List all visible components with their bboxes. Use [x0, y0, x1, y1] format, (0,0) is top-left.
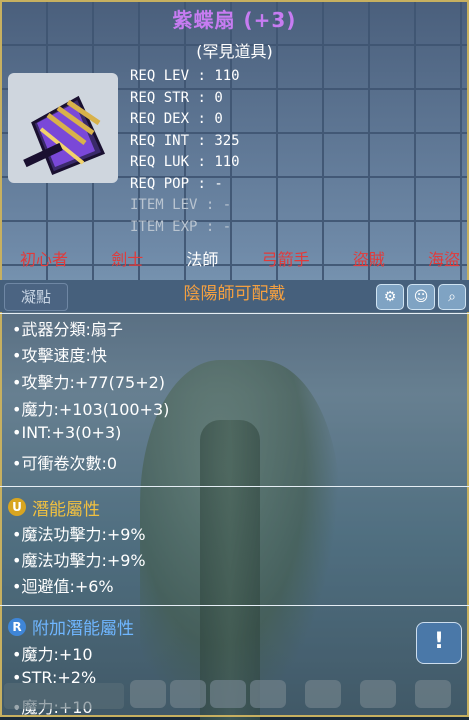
item-icon-box	[8, 73, 118, 183]
skill-icon[interactable]	[210, 680, 246, 708]
class-thief: 盜賊	[352, 250, 385, 269]
req-row: ITEM EXP : -	[130, 218, 232, 235]
additional-grade-icon: R	[8, 618, 26, 636]
search-icon[interactable]: ⌕	[438, 284, 466, 310]
stat-line: •魔力:+103(100+3)	[12, 400, 170, 419]
fan-icon	[23, 95, 106, 175]
menu-icon[interactable]	[415, 680, 451, 708]
req-row: REQ LUK : 110	[130, 154, 240, 170]
stat-line: •INT:+3(0+3)	[12, 423, 122, 442]
class-magician: 法師	[186, 250, 219, 269]
potential-grade-icon: U	[8, 498, 26, 516]
divider	[0, 313, 469, 314]
notice-icon[interactable]: !	[416, 622, 462, 664]
class-archer: 弓箭手	[261, 250, 310, 269]
additional-line: •魔力:+10	[12, 645, 93, 664]
gear-icon[interactable]: ⚙	[376, 284, 404, 310]
potential-line: •迴避值:+6%	[12, 577, 114, 596]
item-name: 紫蝶扇 (+3)	[172, 8, 297, 32]
class-list: 初心者 劍士 法師 弓箭手 盜賊 海盜	[20, 246, 460, 270]
additional-title: 附加潛能屬性	[32, 619, 134, 639]
potential-title: 潛能屬性	[32, 500, 100, 520]
req-row: ITEM LEV : -	[130, 197, 232, 213]
stat-line: •可衝卷次數:0	[12, 454, 118, 473]
face-icon[interactable]: ☺	[407, 284, 435, 310]
divider	[0, 486, 469, 487]
requirements-list: REQ LEV : 110 REQ STR : 0 REQ DEX : 0 RE…	[130, 68, 330, 240]
req-row: REQ INT : 325	[130, 132, 240, 149]
stat-line: •攻擊力:+77(75+2)	[12, 373, 166, 392]
quest-icon[interactable]	[250, 680, 286, 708]
req-row: REQ POP : -	[130, 175, 223, 192]
req-row: REQ STR : 0	[130, 89, 223, 106]
stat-line: •攻擊速度:快	[12, 346, 107, 365]
stats-icon[interactable]	[170, 680, 206, 708]
class-beginner: 初心者	[20, 250, 69, 269]
req-row: REQ LEV : 110	[130, 68, 240, 84]
potential-line: •魔法功擊力:+9%	[12, 525, 146, 544]
class-pirate: 海盜	[427, 250, 460, 269]
class-warrior: 劍士	[111, 250, 144, 269]
stat-line: •武器分類:扇子	[12, 320, 123, 339]
req-row: REQ DEX : 0	[130, 111, 223, 127]
divider	[0, 605, 469, 606]
item-rarity: (罕見道具)	[196, 42, 273, 61]
potential-line: •魔法功擊力:+9%	[12, 551, 146, 570]
inventory-icon[interactable]	[305, 680, 341, 708]
bottom-nav-left	[4, 683, 124, 709]
character-icon[interactable]	[130, 680, 166, 708]
equip-icon[interactable]	[360, 680, 396, 708]
